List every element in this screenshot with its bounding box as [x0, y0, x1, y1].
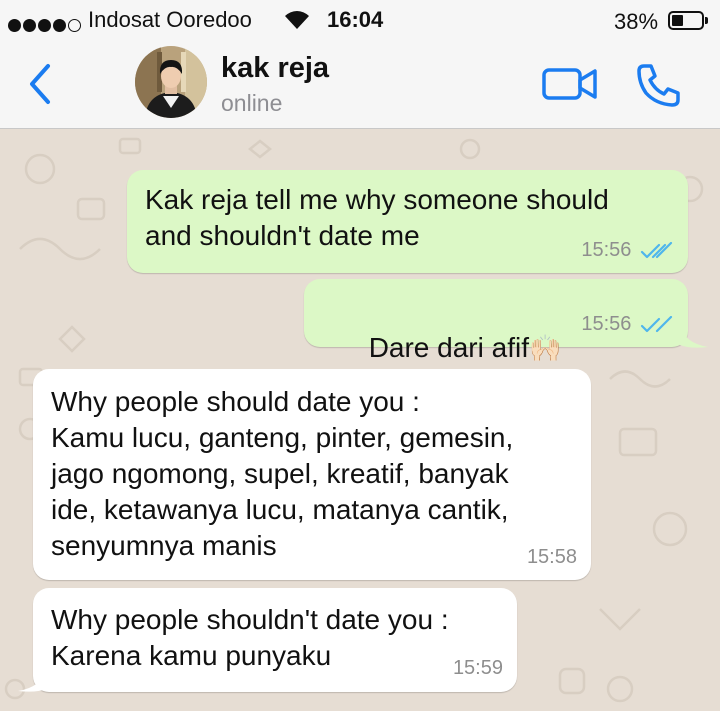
message-time: 15:56 — [581, 239, 632, 261]
contact-name[interactable]: kak reja — [221, 52, 329, 85]
battery-percentage: 38% — [614, 9, 659, 34]
message-text-content: Dare dari afif — [368, 332, 529, 363]
raising-hands-emoji: 🙌🏻 — [528, 333, 562, 363]
message-bubble-incoming[interactable]: Why people shouldn't date you : Karena k… — [33, 588, 517, 692]
status-time: 16:04 — [327, 7, 384, 32]
message-time: 15:58 — [526, 546, 577, 568]
read-receipt-icon — [640, 241, 673, 258]
chat-header: kak reja online — [0, 40, 720, 129]
message-text: Kak reja tell me why someone should and … — [145, 184, 609, 251]
carrier-name: Indosat Ooredoo — [88, 7, 252, 32]
phone-call-icon[interactable] — [634, 61, 682, 109]
contact-avatar[interactable] — [135, 46, 207, 118]
signal-strength-icon — [8, 12, 83, 32]
message-text: Why people shouldn't date you : Karena k… — [51, 604, 449, 671]
message-meta: 15:56 — [581, 239, 674, 261]
battery-icon — [668, 11, 704, 30]
message-bubble-outgoing[interactable]: Dare dari afif🙌🏻 15:56 — [304, 279, 688, 363]
message-text: Why people should date you : Kamu lucu, … — [51, 386, 514, 561]
wifi-icon — [285, 11, 309, 29]
avatar-photo — [135, 46, 207, 118]
message-bubble-incoming[interactable]: Why people should date you : Kamu lucu, … — [33, 369, 591, 580]
battery-tip — [705, 17, 708, 24]
video-call-icon[interactable] — [541, 66, 599, 102]
read-receipt-icon — [640, 315, 673, 332]
chat-message-area[interactable]: Kak reja tell me why someone should and … — [0, 129, 720, 711]
message-bubble-outgoing[interactable]: Kak reja tell me why someone should and … — [127, 170, 688, 273]
contact-status: online — [221, 90, 283, 116]
bubble-tail-incoming — [18, 669, 46, 692]
message-meta: 15:56 — [581, 313, 674, 335]
status-bar: Indosat Ooredoo 16:04 38% — [0, 0, 720, 40]
message-time: 15:59 — [452, 657, 503, 679]
bubble-tail-outgoing — [680, 325, 708, 348]
message-time: 15:56 — [581, 313, 632, 335]
battery-level — [672, 15, 683, 26]
back-chevron-icon[interactable] — [26, 62, 56, 106]
